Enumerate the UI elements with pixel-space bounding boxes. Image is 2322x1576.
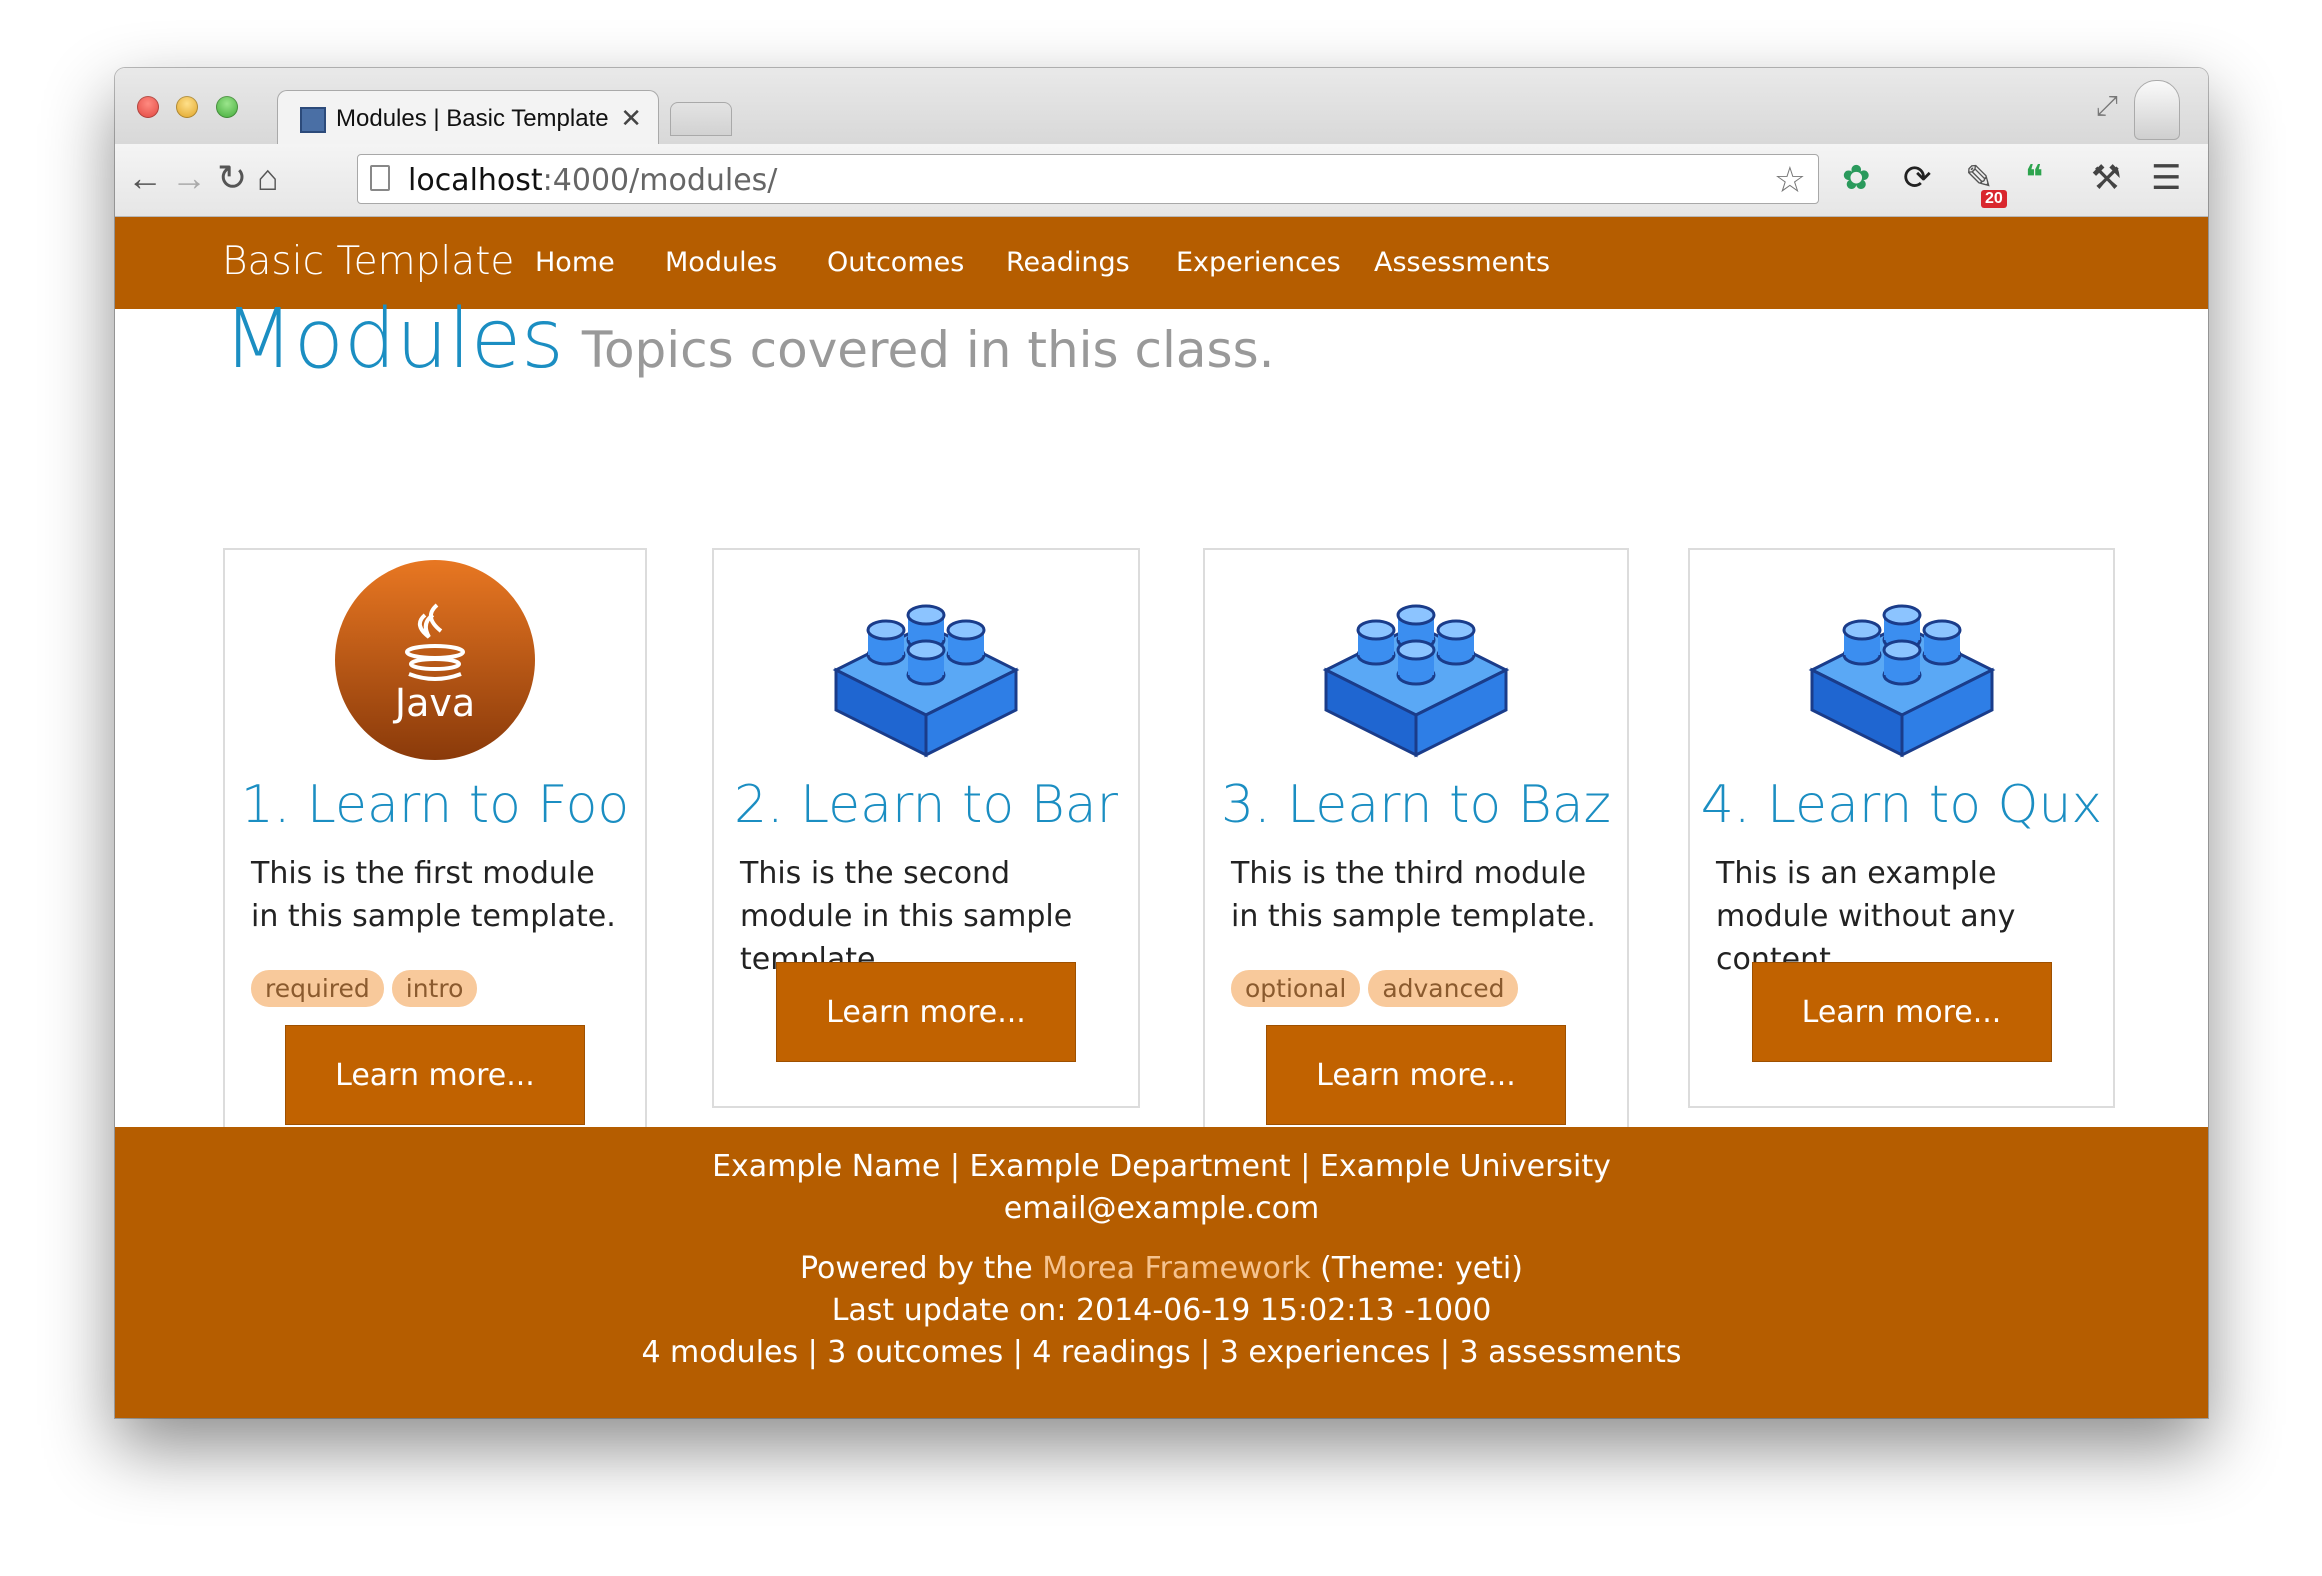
module-title[interactable]: 1. Learn to Foo bbox=[225, 775, 645, 835]
menu-icon[interactable]: ☰ bbox=[2151, 158, 2181, 198]
page-title: Modules bbox=[223, 292, 564, 387]
back-arrow-icon[interactable]: ← bbox=[127, 158, 163, 198]
footer-counts: 4 modules | 3 outcomes | 4 readings | 3 … bbox=[641, 1335, 1682, 1370]
tab-title: Modules | Basic Template bbox=[336, 105, 609, 132]
bookmark-star-icon[interactable]: ☆ bbox=[1774, 159, 1806, 201]
browser-tab[interactable]: Modules | Basic Template ✕ bbox=[277, 90, 659, 147]
url-text[interactable]: localhost:4000/modules/ bbox=[408, 163, 777, 198]
reload-icon[interactable]: ↻ bbox=[217, 158, 247, 198]
learn-more-button[interactable]: Learn more... bbox=[1751, 962, 2052, 1062]
module-tags: required intro bbox=[251, 970, 485, 1007]
sync-icon[interactable]: ⟳ bbox=[1903, 158, 1932, 198]
page-subtitle: Topics covered in this class. bbox=[581, 321, 1275, 379]
java-logo-text: Java bbox=[393, 681, 475, 725]
title-bar: Modules | Basic Template ✕ ⤢ bbox=[115, 68, 2208, 147]
page-heading: Modules Topics covered in this class. bbox=[223, 292, 1275, 387]
nav-experiences[interactable]: Experiences bbox=[1176, 247, 1341, 278]
tab-close-icon[interactable]: ✕ bbox=[620, 103, 642, 134]
morea-framework-link[interactable]: Morea Framework bbox=[1042, 1251, 1310, 1286]
footer-last-update: Last update on: 2014-06-19 15:02:13 -100… bbox=[831, 1293, 1492, 1328]
extension-icon[interactable]: ✿ bbox=[1842, 158, 1871, 198]
close-window-button[interactable] bbox=[137, 96, 159, 118]
module-card: 3. Learn to Baz This is the third module… bbox=[1203, 548, 1629, 1170]
module-description: This is the third module in this sample … bbox=[1231, 856, 1596, 934]
new-tab-button[interactable] bbox=[670, 102, 732, 136]
nav-readings[interactable]: Readings bbox=[1006, 247, 1130, 278]
learn-more-button[interactable]: Learn more... bbox=[285, 1025, 585, 1125]
module-title[interactable]: 3. Learn to Baz bbox=[1205, 775, 1627, 835]
nav-home[interactable]: Home bbox=[535, 247, 615, 278]
nav-outcomes[interactable]: Outcomes bbox=[827, 247, 964, 278]
learn-more-button[interactable]: Learn more... bbox=[776, 962, 1076, 1062]
module-description: This is the first module in this sample … bbox=[251, 856, 616, 934]
favicon-icon bbox=[300, 107, 326, 133]
module-title[interactable]: 2. Learn to Bar bbox=[714, 775, 1138, 835]
fullscreen-icon[interactable]: ⤢ bbox=[2096, 90, 2118, 123]
minimize-window-button[interactable] bbox=[176, 96, 198, 118]
maximize-window-button[interactable] bbox=[216, 96, 238, 118]
module-title[interactable]: 4. Learn to Qux bbox=[1690, 775, 2113, 835]
nav-modules[interactable]: Modules bbox=[665, 247, 777, 278]
address-bar[interactable]: localhost:4000/modules/ ☆ bbox=[357, 154, 1819, 204]
wrench-icon[interactable]: ⚒ bbox=[2091, 158, 2121, 198]
home-icon[interactable]: ⌂ bbox=[257, 158, 279, 198]
site-footer: Example Name | Example Department | Exam… bbox=[115, 1127, 2208, 1418]
browser-toolbar: ← → ↻ ⌂ localhost:4000/modules/ ☆ ✿ 20 ⟳… bbox=[115, 144, 2208, 217]
module-card: 4. Learn to Qux This is an example modul… bbox=[1688, 548, 2115, 1108]
tag-required[interactable]: required bbox=[251, 970, 384, 1007]
building-block-icon bbox=[1322, 604, 1510, 758]
forward-arrow-icon[interactable]: → bbox=[171, 158, 207, 198]
hangouts-icon[interactable]: ❝ bbox=[2025, 158, 2043, 198]
footer-contact: Example Name | Example Department | Exam… bbox=[712, 1149, 1611, 1184]
browser-window: Modules | Basic Template ✕ ⤢ ← → ↻ ⌂ loc… bbox=[115, 68, 2208, 1418]
footer-powered-by: Powered by the Morea Framework (Theme: y… bbox=[800, 1251, 1523, 1286]
module-card: Java 1. Learn to Foo This is the first m… bbox=[223, 548, 647, 1170]
profile-avatar-icon[interactable] bbox=[2134, 80, 2180, 140]
site-brand[interactable]: Basic Template bbox=[222, 239, 514, 284]
page-viewport: Basic Template Home Modules Outcomes Rea… bbox=[115, 217, 2208, 1418]
module-tags: optional advanced bbox=[1231, 970, 1526, 1007]
building-block-icon bbox=[1808, 604, 1995, 758]
module-card: 2. Learn to Bar This is the second modul… bbox=[712, 548, 1140, 1108]
nav-assessments[interactable]: Assessments bbox=[1374, 247, 1550, 278]
tag-intro[interactable]: intro bbox=[391, 970, 478, 1007]
java-icon: Java bbox=[335, 560, 535, 760]
building-block-icon bbox=[832, 604, 1020, 758]
tag-optional[interactable]: optional bbox=[1231, 970, 1361, 1007]
tag-advanced[interactable]: advanced bbox=[1368, 970, 1519, 1007]
eyedropper-icon[interactable]: ✎ bbox=[1965, 158, 1994, 198]
footer-email[interactable]: email@example.com bbox=[115, 1191, 2208, 1226]
learn-more-button[interactable]: Learn more... bbox=[1266, 1025, 1566, 1125]
page-icon bbox=[370, 165, 390, 191]
